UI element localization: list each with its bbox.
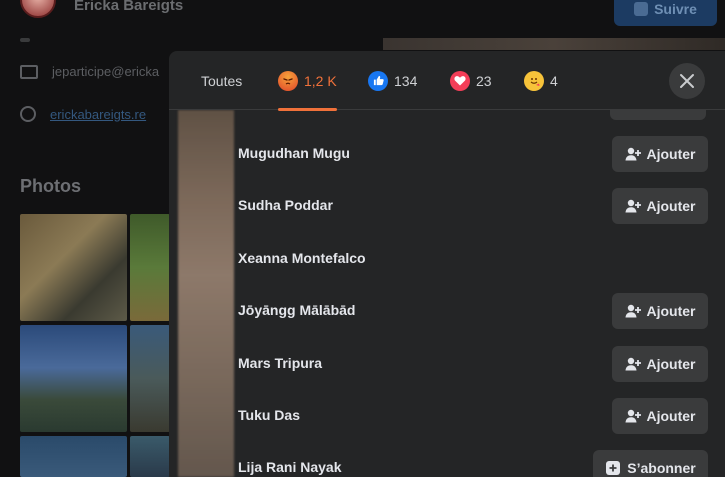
tab-label: 4 (550, 72, 558, 89)
add-friend-icon (625, 357, 641, 371)
avatar-column (178, 110, 234, 477)
photos-title[interactable]: Photos (20, 176, 81, 197)
tab-label: 134 (394, 72, 418, 89)
photo-thumbnail[interactable] (130, 214, 170, 321)
website-link[interactable]: erickabareigts.re (50, 107, 146, 122)
tab-like[interactable]: 134 (368, 51, 417, 110)
add-friend-icon (625, 199, 641, 213)
tab-label: 23 (476, 72, 492, 89)
photo-thumbnail[interactable] (20, 436, 127, 477)
list-item: Xeanna Montefalco (238, 241, 708, 277)
add-friend-label: Ajouter (646, 356, 696, 372)
add-friend-button[interactable]: Ajouter (612, 188, 708, 224)
photo-thumbnail[interactable] (130, 436, 170, 477)
list-item: Jōyāngg Mālābād Ajouter (238, 293, 708, 329)
person-name[interactable]: Tuku Das (238, 407, 300, 423)
tab-care[interactable]: 4 (524, 51, 558, 110)
add-friend-icon (625, 409, 641, 423)
follow-label: Suivre (654, 1, 697, 17)
avatar[interactable] (20, 0, 56, 18)
follow-icon (606, 461, 621, 475)
photo-thumbnail[interactable] (130, 325, 170, 432)
intro-dot-icon (20, 38, 30, 42)
tab-angry[interactable]: 1,2 K (278, 51, 337, 111)
person-name[interactable]: Mars Tripura (238, 355, 322, 371)
add-friend-label: Ajouter (646, 198, 696, 214)
list-item: Lija Rani Nayak S’abonner (238, 450, 708, 477)
list-item: Tuku Das Ajouter (238, 398, 708, 434)
follow-label: S’abonner (627, 460, 696, 476)
globe-icon (20, 106, 36, 122)
person-name[interactable]: Sudha Poddar (238, 197, 333, 213)
add-friend-label: Ajouter (646, 303, 696, 319)
intro-row-partial (20, 38, 30, 42)
add-friend-icon (625, 304, 641, 318)
add-friend-button[interactable]: Ajouter (612, 346, 708, 382)
add-friend-button[interactable]: Ajouter (612, 293, 708, 329)
profile-name[interactable]: Ericka Bareigts (74, 0, 183, 14)
reactors-list[interactable]: Mugudhan Mugu Ajouter Sudha Poddar Ajout… (169, 110, 725, 477)
add-friend-button[interactable]: Ajouter (612, 398, 708, 434)
love-reaction-icon (450, 70, 470, 91)
person-name[interactable]: Jōyāngg Mālābād (238, 302, 355, 318)
follow-button[interactable]: Suivre (614, 0, 717, 26)
list-item: Mugudhan Mugu Ajouter (238, 136, 708, 172)
add-friend-button[interactable] (610, 110, 706, 120)
cover-photo-strip (383, 38, 725, 50)
tab-label: 1,2 K (304, 72, 337, 89)
add-friend-icon (625, 147, 641, 161)
add-friend-label: Ajouter (646, 408, 696, 424)
profile-header: Ericka Bareigts Suivre (0, 0, 725, 30)
person-name[interactable]: Lija Rani Nayak (238, 459, 342, 475)
care-reaction-icon (524, 70, 544, 91)
tab-label: Toutes (201, 72, 243, 89)
photo-thumbnail[interactable] (20, 214, 127, 321)
reaction-tabs: Toutes 1,2 K 134 23 4 (169, 51, 725, 111)
add-friend-button[interactable]: Ajouter (612, 136, 708, 172)
list-item: Sudha Poddar Ajouter (238, 188, 708, 224)
like-reaction-icon (368, 70, 388, 91)
add-friend-label: Ajouter (646, 146, 696, 162)
close-icon (680, 74, 694, 88)
reactions-dialog: Toutes 1,2 K 134 23 4 Mugudhan Mugu Ajou… (169, 51, 725, 477)
mail-icon (20, 64, 38, 79)
person-name[interactable]: Mugudhan Mugu (238, 145, 350, 161)
tab-all[interactable]: Toutes (201, 51, 242, 110)
email-text[interactable]: jeparticipe@ericka (52, 64, 159, 79)
follow-person-button[interactable]: S’abonner (593, 450, 708, 477)
photo-thumbnail[interactable] (20, 325, 127, 432)
tab-love[interactable]: 23 (450, 51, 492, 110)
person-name[interactable]: Xeanna Montefalco (238, 250, 366, 266)
list-item: Mars Tripura Ajouter (238, 346, 708, 382)
angry-reaction-icon (278, 70, 298, 91)
follow-icon (634, 2, 649, 16)
intro-email-row: jeparticipe@ericka (20, 64, 159, 79)
intro-website-row: erickabareigts.re (20, 106, 146, 122)
close-button[interactable] (669, 63, 705, 99)
